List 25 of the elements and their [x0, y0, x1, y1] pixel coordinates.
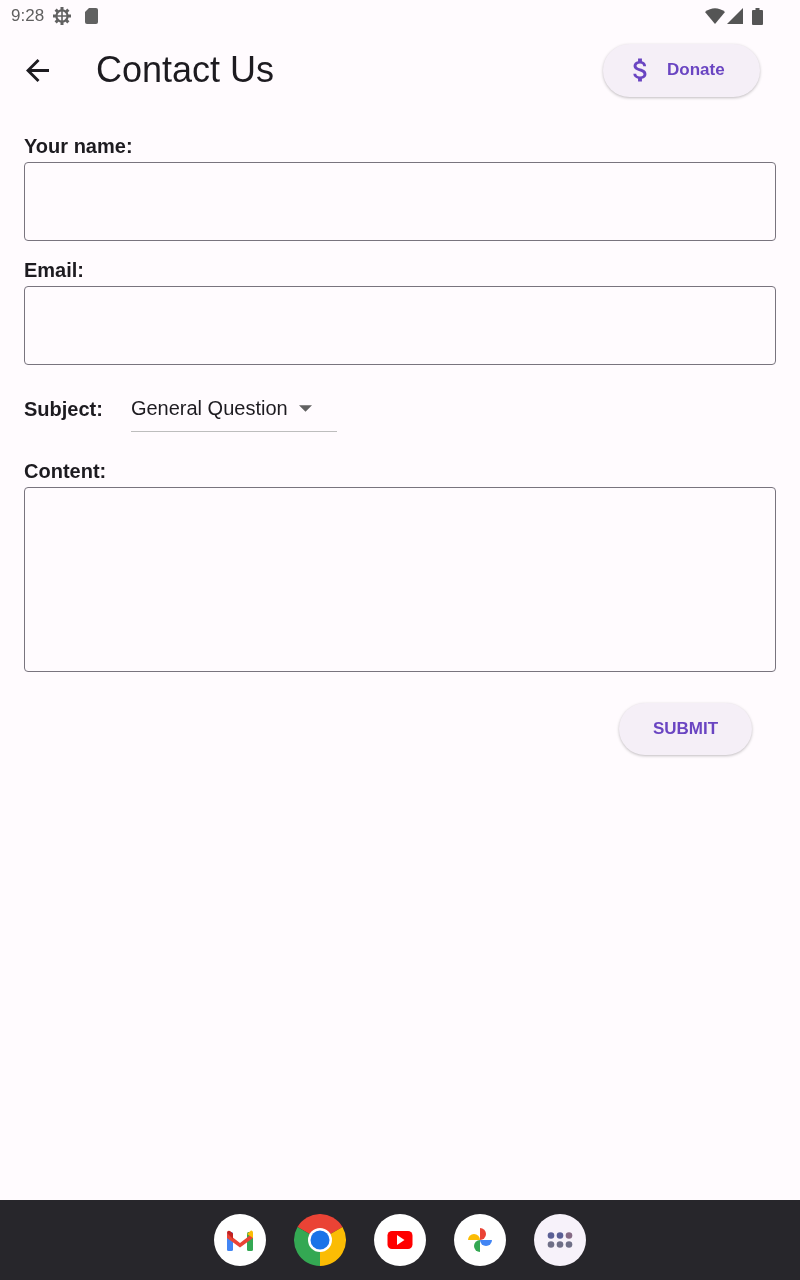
caret-icon — [298, 405, 312, 412]
text-area-field[interactable] — [24, 487, 776, 672]
wifi-icon — [705, 8, 725, 24]
battery-icon — [752, 7, 763, 25]
signal-icon — [727, 8, 743, 24]
sd-card-icon — [85, 8, 99, 24]
field-label: Content: — [24, 459, 108, 483]
field-label: Subject: — [24, 397, 103, 421]
field-label: Email: — [24, 258, 86, 282]
gear-icon — [53, 7, 72, 25]
field-label: Your name: — [24, 134, 134, 158]
page-title: Contact Us — [96, 49, 276, 91]
video-app-icon[interactable] — [374, 1214, 426, 1266]
pinwheel-app-icon[interactable] — [454, 1214, 506, 1266]
app-grid-icon[interactable] — [534, 1214, 586, 1266]
dollar-icon — [632, 58, 648, 82]
donate-button[interactable]: Donate — [603, 43, 760, 97]
mail-app-icon[interactable] — [214, 1214, 266, 1266]
input-field[interactable] — [24, 162, 776, 241]
input-field[interactable] — [24, 286, 776, 365]
submit-button[interactable]: SUBMIT — [619, 703, 752, 755]
browser-app-icon[interactable] — [294, 1214, 346, 1266]
back-arrow-icon[interactable] — [26, 58, 49, 82]
status-time: 9:28 — [11, 6, 45, 26]
subject-dropdown[interactable]: General Question — [130, 386, 337, 432]
